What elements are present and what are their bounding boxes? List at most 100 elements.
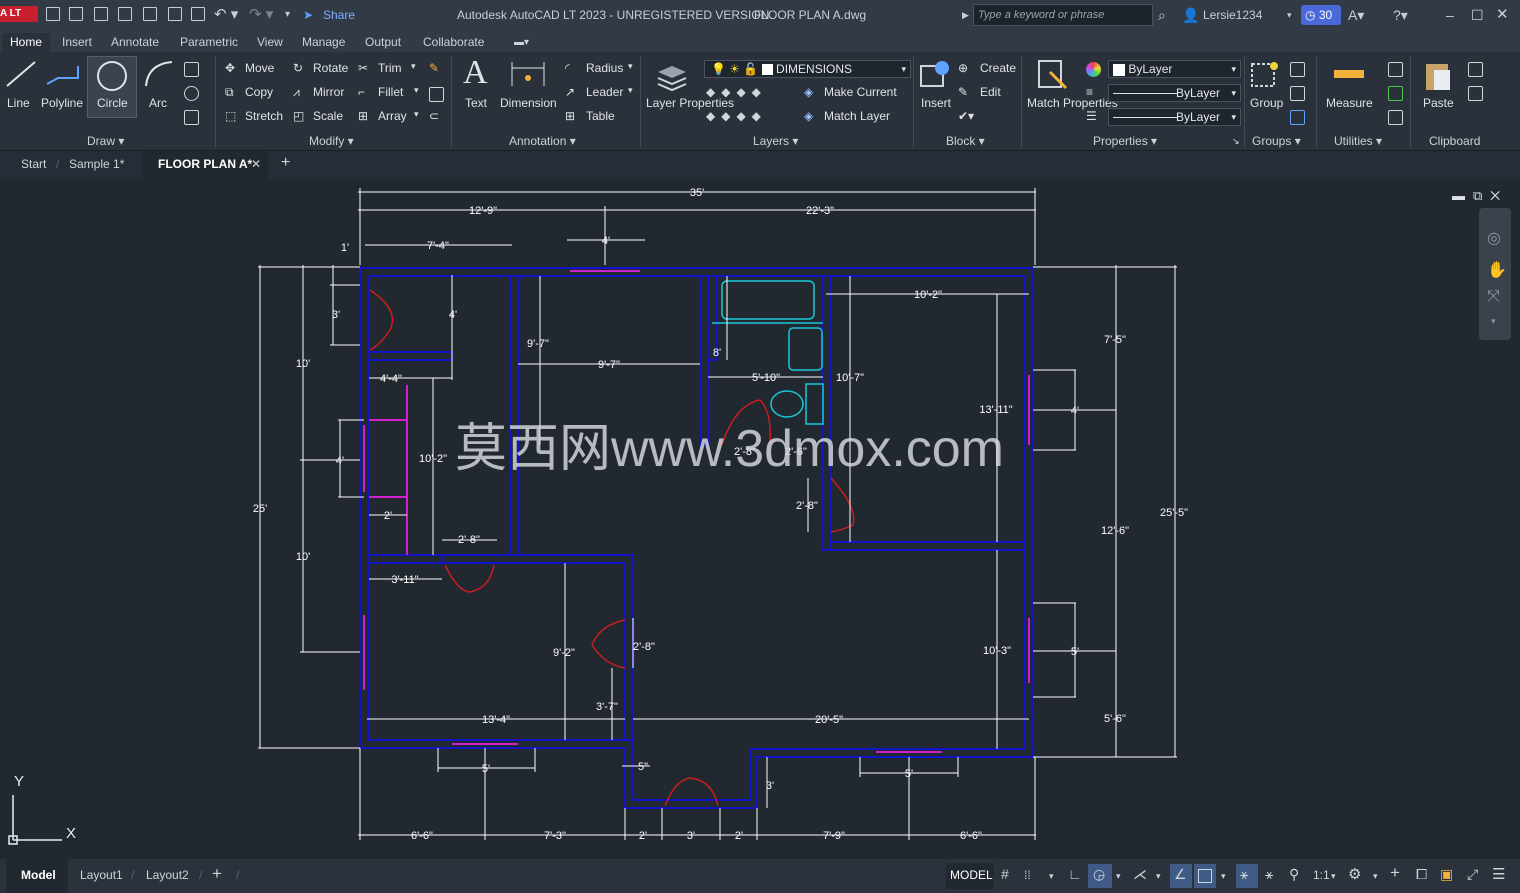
- ortho-icon[interactable]: ∟: [1068, 866, 1082, 882]
- isodraft-icon[interactable]: ⋌: [1133, 866, 1147, 883]
- redo-icon[interactable]: ↷ ▾: [249, 6, 273, 24]
- copy-clip-icon[interactable]: [1468, 86, 1483, 101]
- ribbon-minimize-icon[interactable]: ▬▾: [514, 33, 529, 52]
- group-button[interactable]: Group: [1250, 96, 1283, 110]
- block-attributes-icon[interactable]: ✔▾: [958, 109, 974, 123]
- scale-button[interactable]: Scale: [313, 109, 343, 123]
- model-tab[interactable]: Model: [21, 868, 56, 882]
- array-button[interactable]: Array: [378, 109, 407, 123]
- model-space-button[interactable]: MODEL: [950, 868, 993, 882]
- linetype-dropdown[interactable]: ByLayer ▾: [1108, 84, 1241, 102]
- utilities-panel-title[interactable]: Utilities ▾: [1334, 134, 1382, 148]
- color-dropdown[interactable]: ByLayer ▾: [1108, 60, 1241, 78]
- quick-select-icon[interactable]: [1388, 62, 1403, 77]
- floor-plan-tab[interactable]: FLOOR PLAN A*: [158, 157, 252, 171]
- copy-button[interactable]: Copy: [245, 85, 273, 99]
- radius-button[interactable]: Radius: [586, 61, 623, 75]
- annotation-scale-icon[interactable]: ⚲: [1289, 866, 1299, 883]
- group-edit-icon[interactable]: [1290, 86, 1305, 101]
- annotation-monitor-icon[interactable]: +: [1390, 863, 1400, 883]
- app-logo[interactable]: A LT: [0, 6, 38, 22]
- erase-icon[interactable]: ✎: [429, 61, 439, 75]
- draw-panel-title[interactable]: Draw ▾: [87, 134, 124, 148]
- isodraft-dropdown-icon[interactable]: ▾: [1156, 871, 1161, 882]
- block-panel-title[interactable]: Block ▾: [946, 134, 985, 148]
- layer-tools-row-1[interactable]: ◆◆◆◆: [706, 85, 767, 99]
- explode-icon[interactable]: [429, 87, 444, 102]
- plot-preview-icon[interactable]: [168, 7, 182, 21]
- units-icon[interactable]: ⧠: [1416, 866, 1427, 883]
- user-name[interactable]: Lersie1234: [1203, 6, 1262, 24]
- polar-dropdown-icon[interactable]: ▾: [1116, 871, 1121, 882]
- search-expand-icon[interactable]: ▶: [962, 6, 969, 24]
- tab-annotate[interactable]: Annotate: [111, 33, 159, 52]
- group-select-icon[interactable]: [1290, 110, 1305, 125]
- annotation-panel-title[interactable]: Annotation ▾: [509, 134, 576, 148]
- line-button[interactable]: Line: [7, 96, 30, 110]
- cut-icon[interactable]: [1468, 62, 1483, 77]
- save-as-icon[interactable]: [118, 7, 132, 21]
- tab-parametric[interactable]: Parametric: [180, 33, 238, 52]
- annotation-visibility-icon[interactable]: ⚹: [1240, 866, 1248, 883]
- make-current-button[interactable]: Make Current: [824, 85, 897, 99]
- radius-dropdown-icon[interactable]: ▾: [628, 61, 633, 72]
- polyline-button[interactable]: Polyline: [41, 96, 83, 110]
- layout1-tab[interactable]: Layout1: [80, 868, 123, 882]
- new-file-icon[interactable]: [46, 7, 60, 21]
- auto-scale-icon[interactable]: ⚹: [1265, 866, 1273, 883]
- autodesk-app-icon[interactable]: A▾: [1348, 6, 1364, 24]
- polar-tracking-icon[interactable]: ◶: [1093, 866, 1105, 883]
- tab-view[interactable]: View: [257, 33, 283, 52]
- close-tab-icon[interactable]: ✕: [251, 157, 261, 171]
- layer-dropdown[interactable]: 💡 ☀ 🔓 DIMENSIONS ▾: [704, 60, 911, 78]
- layout2-tab[interactable]: Layout2: [146, 868, 189, 882]
- match-layer-button[interactable]: Match Layer: [824, 109, 890, 123]
- workspace-dropdown-icon[interactable]: ▾: [1373, 871, 1378, 882]
- move-button[interactable]: Move: [245, 61, 274, 75]
- maximize-icon[interactable]: ☐: [1471, 6, 1484, 24]
- rectangle-icon[interactable]: [184, 62, 199, 77]
- stretch-button[interactable]: Stretch: [245, 109, 283, 123]
- leader-button[interactable]: Leader: [586, 85, 623, 99]
- tab-insert[interactable]: Insert: [62, 33, 92, 52]
- clipboard-panel-title[interactable]: Clipboard: [1429, 134, 1480, 148]
- rotate-button[interactable]: Rotate: [313, 61, 348, 75]
- tab-home[interactable]: Home: [2, 33, 51, 52]
- trial-days-badge[interactable]: ◷ 30: [1301, 5, 1341, 25]
- offset-icon[interactable]: ⊂: [429, 109, 439, 123]
- boundary-icon[interactable]: [184, 110, 199, 125]
- tab-collaborate[interactable]: Collaborate: [423, 33, 484, 52]
- search-icon[interactable]: ⌕: [1158, 6, 1166, 24]
- annotation-scale-value[interactable]: 1:1: [1313, 868, 1330, 882]
- osnap-dropdown-icon[interactable]: ▾: [1221, 871, 1226, 882]
- snap-dropdown-icon[interactable]: ▾: [1049, 871, 1054, 882]
- new-tab-icon[interactable]: +: [281, 154, 290, 172]
- help-search-input[interactable]: Type a keyword or phrase: [973, 4, 1153, 26]
- tab-output[interactable]: Output: [365, 33, 401, 52]
- dimension-button[interactable]: Dimension: [500, 96, 557, 110]
- start-tab[interactable]: Start: [21, 157, 46, 171]
- mirror-button[interactable]: Mirror: [313, 85, 344, 99]
- array-dropdown-icon[interactable]: ▾: [414, 109, 419, 120]
- trim-dropdown-icon[interactable]: ▾: [411, 61, 416, 72]
- properties-panel-title[interactable]: Properties ▾: [1093, 134, 1157, 148]
- insert-button[interactable]: Insert: [921, 96, 951, 110]
- fillet-dropdown-icon[interactable]: ▾: [414, 85, 419, 96]
- modify-panel-title[interactable]: Modify ▾: [309, 134, 354, 148]
- measure-button[interactable]: Measure: [1326, 96, 1373, 110]
- groups-panel-title[interactable]: Groups ▾: [1252, 134, 1301, 148]
- share-icon[interactable]: ➤: [303, 6, 313, 24]
- match-properties-button[interactable]: Match Properties: [1027, 96, 1118, 111]
- paste-button[interactable]: Paste: [1423, 96, 1454, 110]
- edit-block-button[interactable]: Edit: [980, 85, 1001, 99]
- qat-dropdown-icon[interactable]: ▾: [285, 6, 290, 24]
- layer-tools-row-2[interactable]: ◆◆◆◆: [706, 109, 767, 123]
- save-icon[interactable]: [94, 7, 108, 21]
- calculator-icon[interactable]: [1388, 110, 1403, 125]
- new-layout-icon[interactable]: +: [212, 864, 222, 884]
- snap-icon[interactable]: ⁞⁞: [1024, 868, 1031, 882]
- print-icon[interactable]: [191, 7, 205, 21]
- object-snap-tracking-icon[interactable]: ∠: [1174, 866, 1187, 883]
- table-button[interactable]: Table: [586, 109, 615, 123]
- select-all-icon[interactable]: [1388, 86, 1403, 101]
